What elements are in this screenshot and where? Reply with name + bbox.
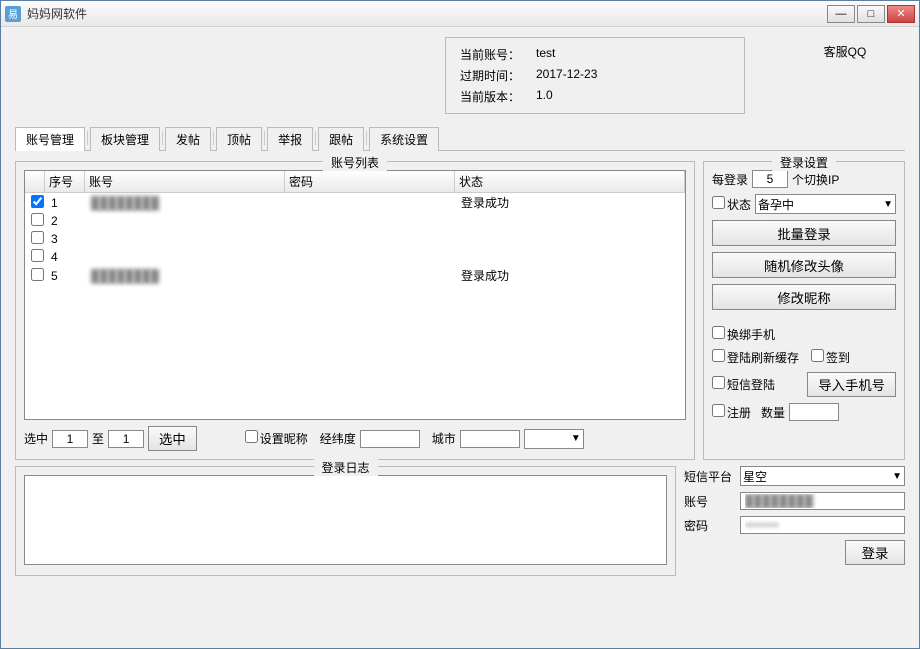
- table-row[interactable]: 1████████ 登录成功: [25, 193, 685, 212]
- app-icon: 易: [5, 6, 21, 22]
- select-to-label: 至: [92, 430, 104, 447]
- per-login-label2: 个切换IP: [792, 171, 839, 188]
- window-title: 妈妈网软件: [27, 5, 827, 22]
- sms-password-input[interactable]: [740, 516, 905, 534]
- row-account: ████████: [89, 196, 289, 210]
- sms-login-checkbox[interactable]: 短信登陆: [712, 376, 775, 393]
- sms-platform-dropdown[interactable]: 星空▼: [740, 466, 905, 486]
- set-nickname-checkbox[interactable]: 设置昵称: [245, 430, 308, 447]
- edit-nickname-button[interactable]: 修改昵称: [712, 284, 896, 310]
- row-checkbox[interactable]: [31, 268, 44, 281]
- import-phone-button[interactable]: 导入手机号: [807, 372, 896, 397]
- status-dropdown[interactable]: 备孕中▼: [755, 194, 896, 214]
- tab-0[interactable]: 账号管理: [15, 127, 85, 151]
- tab-6[interactable]: 系统设置: [369, 127, 439, 151]
- table-row[interactable]: 4: [25, 248, 685, 266]
- current-account-label: 当前账号：: [460, 46, 530, 63]
- city-dropdown[interactable]: ▼: [524, 429, 584, 449]
- tab-3[interactable]: 顶帖: [216, 127, 262, 151]
- login-log-fieldset: 登录日志: [15, 466, 676, 576]
- current-account-value: test: [536, 46, 555, 63]
- account-table: 序号 账号 密码 状态 1████████登录成功2345████████登录成…: [24, 170, 686, 420]
- refresh-cache-checkbox[interactable]: 登陆刷新缓存: [712, 349, 799, 366]
- table-row[interactable]: 3: [25, 230, 685, 248]
- login-settings-legend: 登录设置: [772, 154, 836, 171]
- chevron-down-icon: ▼: [571, 433, 581, 444]
- expire-value: 2017-12-23: [536, 67, 597, 84]
- login-settings-fieldset: 登录设置 每登录 个切换IP 状态 备孕中▼ 批量登录 随机修改头像 修改昵称 …: [703, 161, 905, 460]
- register-checkbox[interactable]: 注册: [712, 404, 751, 421]
- sms-panel: 短信平台 星空▼ 账号 密码 登录: [684, 466, 905, 576]
- select-button[interactable]: 选中: [148, 426, 197, 451]
- row-account: ████████: [89, 269, 289, 283]
- col-password[interactable]: 密码: [285, 171, 455, 192]
- latlng-input[interactable]: [360, 430, 420, 448]
- select-label: 选中: [24, 430, 48, 447]
- col-status[interactable]: 状态: [455, 171, 685, 192]
- random-avatar-button[interactable]: 随机修改头像: [712, 252, 896, 278]
- login-log-legend: 登录日志: [313, 459, 377, 476]
- row-checkbox[interactable]: [31, 249, 44, 262]
- signin-checkbox[interactable]: 签到: [811, 349, 850, 366]
- latlng-label: 经纬度: [320, 430, 356, 447]
- quantity-input[interactable]: [789, 403, 839, 421]
- account-list-fieldset: 账号列表 序号 账号 密码 状态 1████████登录成功2345██████…: [15, 161, 695, 460]
- city-input[interactable]: [460, 430, 520, 448]
- login-log-textarea[interactable]: [24, 475, 667, 565]
- per-login-label1: 每登录: [712, 171, 748, 188]
- row-status: 登录成功: [459, 267, 681, 284]
- tab-1[interactable]: 板块管理: [90, 127, 160, 151]
- sms-login-button[interactable]: 登录: [845, 540, 905, 565]
- account-list-legend: 账号列表: [323, 154, 387, 171]
- version-value: 1.0: [536, 88, 553, 105]
- service-qq-label[interactable]: 客服QQ: [785, 37, 905, 60]
- sms-platform-label: 短信平台: [684, 468, 734, 485]
- row-seq: 2: [49, 214, 89, 228]
- table-row[interactable]: 5████████ 登录成功: [25, 266, 685, 285]
- expire-label: 过期时间：: [460, 67, 530, 84]
- row-status: 登录成功: [459, 194, 681, 211]
- row-seq: 5: [49, 269, 89, 283]
- sms-password-label: 密码: [684, 517, 734, 534]
- account-info-box: 当前账号： test 过期时间： 2017-12-23 当前版本： 1.0: [445, 37, 745, 114]
- col-seq[interactable]: 序号: [45, 171, 85, 192]
- tab-5[interactable]: 跟帖: [318, 127, 364, 151]
- status-checkbox[interactable]: 状态: [712, 196, 751, 213]
- sms-account-input[interactable]: [740, 492, 905, 510]
- title-bar: 易 妈妈网软件 — □ ✕: [1, 1, 919, 27]
- select-from-input[interactable]: [52, 430, 88, 448]
- version-label: 当前版本：: [460, 88, 530, 105]
- maximize-button[interactable]: □: [857, 5, 885, 23]
- row-checkbox[interactable]: [31, 231, 44, 244]
- tab-2[interactable]: 发帖: [165, 127, 211, 151]
- row-seq: 1: [49, 196, 89, 210]
- close-button[interactable]: ✕: [887, 5, 915, 23]
- per-login-input[interactable]: [752, 170, 788, 188]
- chevron-down-icon: ▼: [892, 471, 902, 482]
- quantity-label: 数量: [761, 404, 785, 421]
- chevron-down-icon: ▼: [883, 199, 893, 210]
- select-to-input[interactable]: [108, 430, 144, 448]
- col-account[interactable]: 账号: [85, 171, 285, 192]
- row-checkbox[interactable]: [31, 195, 44, 208]
- row-checkbox[interactable]: [31, 213, 44, 226]
- tab-4[interactable]: 举报: [267, 127, 313, 151]
- tab-bar: 账号管理板块管理发帖顶帖举报跟帖系统设置: [15, 126, 905, 151]
- sms-account-label: 账号: [684, 493, 734, 510]
- minimize-button[interactable]: —: [827, 5, 855, 23]
- batch-login-button[interactable]: 批量登录: [712, 220, 896, 246]
- table-row[interactable]: 2: [25, 212, 685, 230]
- row-seq: 4: [49, 250, 89, 264]
- row-seq: 3: [49, 232, 89, 246]
- city-label: 城市: [432, 430, 456, 447]
- rebind-phone-checkbox[interactable]: 换绑手机: [712, 326, 896, 343]
